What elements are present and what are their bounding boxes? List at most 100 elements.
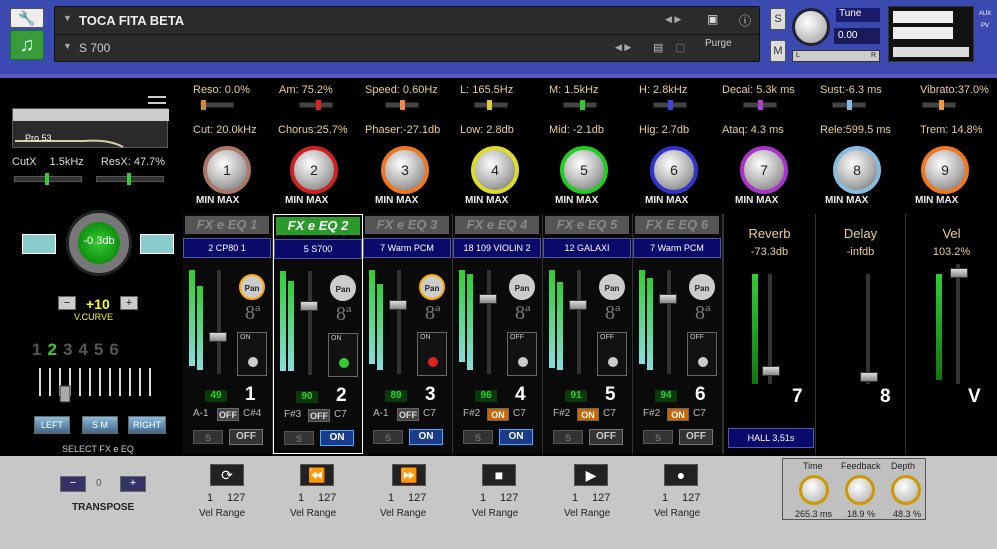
knob-1[interactable]: 1 [203,146,251,194]
mini-fader-row[interactable] [36,366,166,406]
volume-up-box[interactable] [140,234,174,254]
channel-header[interactable]: FX e EQ 5 [545,216,629,234]
transpose-down-button[interactable]: − [60,476,86,492]
aux-label[interactable]: AUX [978,8,992,20]
delay-fader[interactable] [860,372,878,382]
vcurve-plus-button[interactable]: + [120,296,138,310]
expand-icon[interactable]: ▼ [63,41,72,51]
pan-knob[interactable]: Pan [509,274,535,300]
info-icon[interactable]: ⓘ [739,12,751,29]
channel-power-switch[interactable]: OFF [687,332,717,376]
channel-power-switch[interactable]: OFF [507,332,537,376]
channel-preset-select[interactable]: 7 Warm PCM [633,238,721,258]
channel-on-button[interactable]: OFF [679,429,713,445]
mute-button[interactable]: M [770,40,786,62]
channel-solo-button[interactable]: S [643,430,673,444]
channel-fader[interactable] [659,294,677,304]
param-slider-7[interactable] [743,100,777,110]
channel-on-button[interactable]: OFF [589,429,623,445]
channel-preset-select[interactable]: 7 Warm PCM [363,238,451,258]
channel-power-switch[interactable]: OFF [597,332,627,376]
volume-down-box[interactable] [22,234,56,254]
purge-menu[interactable]: Purge [705,38,732,49]
pan-knob[interactable]: Pan [419,274,445,300]
channel-fader[interactable] [300,301,318,311]
resx-slider[interactable] [96,173,164,185]
fx-digit-4[interactable]: 4 [78,340,93,359]
channel-header[interactable]: FX E EQ 6 [635,216,719,234]
knob-3[interactable]: 3 [381,146,429,194]
fx-digit-5[interactable]: 5 [94,340,109,359]
channel-solo-button[interactable]: S [373,430,403,444]
channel-fader[interactable] [569,300,587,310]
pan-slider[interactable]: L R [792,50,880,62]
channel-toggle-button[interactable]: OFF [217,408,239,421]
tune-value[interactable]: 0.00 [834,28,880,44]
knob-5[interactable]: 5 [560,146,608,194]
tune-knob[interactable] [792,8,830,46]
param-slider-5[interactable] [563,100,597,110]
param-slider-4[interactable] [474,100,508,110]
hall-preset-select[interactable]: HALL 3,51s [728,428,814,448]
sm-button[interactable]: S M [82,416,118,434]
prev-next-icon[interactable]: ◀ ▶ [615,42,631,53]
volume-knob[interactable]: -0.3db [66,210,132,276]
channel-power-switch[interactable]: ON [328,333,358,377]
music-note-icon[interactable]: ♫ [10,30,44,60]
menu-icon[interactable] [148,96,166,104]
expand-icon[interactable]: ▼ [63,13,72,23]
stop-button[interactable]: ■ [482,464,516,486]
prev-next-icon[interactable]: ◀ ▶ [665,14,681,25]
channel-header[interactable]: FX e EQ 1 [185,216,269,234]
channel-preset-select[interactable]: 5 S700 [274,239,362,259]
knob-7[interactable]: 7 [740,146,788,194]
right-button[interactable]: RIGHT [128,416,166,434]
channel-solo-button[interactable]: S [553,430,583,444]
pan-knob[interactable]: Pan [239,274,265,300]
channel-on-button[interactable]: OFF [229,429,263,445]
pv-label[interactable]: PV [978,20,992,32]
wrench-icon[interactable]: 🔧 [10,8,44,28]
fx-digit-6[interactable]: 6 [109,340,124,359]
channel-header[interactable]: FX e EQ 2 [276,217,360,235]
knob-9[interactable]: 9 [921,146,969,194]
channel-preset-select[interactable]: 18 109 VIOLIN 2 [453,238,541,258]
channel-preset-select[interactable]: 12 GALAXI [543,238,631,258]
reverb-fader[interactable] [762,366,780,376]
channel-toggle-button[interactable]: ON [577,408,599,421]
channel-fader[interactable] [479,294,497,304]
knob-4[interactable]: 4 [471,146,519,194]
param-slider-8[interactable] [832,100,866,110]
channel-header[interactable]: FX e EQ 3 [365,216,449,234]
left-button[interactable]: LEFT [34,416,70,434]
delay-time-knob[interactable] [799,475,829,505]
knob-2[interactable]: 2 [290,146,338,194]
transpose-up-button[interactable]: + [120,476,146,492]
trash-icon[interactable]: ▢ [675,41,685,54]
vcurve-minus-button[interactable]: − [58,296,76,310]
param-slider-3[interactable] [385,100,419,110]
rewind-button[interactable]: ⏪ [300,464,334,486]
fast-forward-button[interactable]: ⏩ [392,464,426,486]
record-button[interactable]: ● [664,464,698,486]
knob-8[interactable]: 8 [833,146,881,194]
channel-header[interactable]: FX e EQ 4 [455,216,539,234]
loop-button[interactable]: ⟳ [210,464,244,486]
save-icon[interactable]: ▤ [653,41,663,54]
param-slider-9[interactable] [922,100,956,110]
channel-on-button[interactable]: ON [409,429,443,445]
param-slider-2[interactable] [299,100,333,110]
param-slider-6[interactable] [653,100,687,110]
channel-toggle-button[interactable]: OFF [308,409,330,422]
channel-power-switch[interactable]: ON [417,332,447,376]
delay-depth-knob[interactable] [891,475,921,505]
channel-toggle-button[interactable]: ON [667,408,689,421]
delay-feedback-knob[interactable] [845,475,875,505]
channel-toggle-button[interactable]: ON [487,408,509,421]
fx-digit-1[interactable]: 1 [32,340,47,359]
pan-knob[interactable]: Pan [689,274,715,300]
channel-on-button[interactable]: ON [320,430,354,446]
param-slider-1[interactable] [200,100,234,110]
channel-power-switch[interactable]: ON [237,332,267,376]
pan-knob[interactable]: Pan [330,275,356,301]
